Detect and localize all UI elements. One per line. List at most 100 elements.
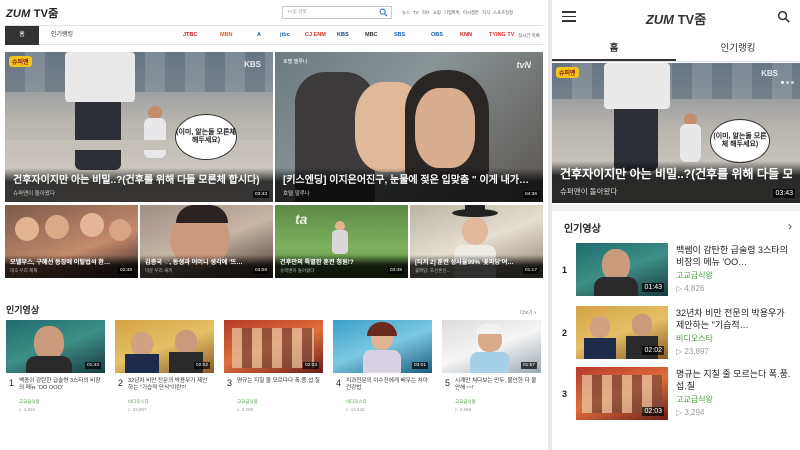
channel-name[interactable]: 비디오스타 [676, 333, 713, 344]
popular-card[interactable]: 01:57 5 시계만 쳐다보는 만두, 불안한 다 불안해~~! 고교급식왕 … [442, 320, 541, 412]
channel-logo[interactable]: jtbc [280, 32, 290, 38]
mobile-hero-video[interactable]: (이미, 알는둘 모른체 해두세요) KBS 슈퍼맨 건후자이지만 아는 비밀.… [552, 63, 800, 203]
video-title[interactable]: [티저 2] 훈련 성사율99% '꽃파당'여… [415, 257, 538, 266]
video-thumbnail[interactable]: 01:43 [6, 320, 105, 373]
video-title[interactable]: 건후자이지만 아는 비밀..?(건후를 위해 다들 모른체 합시다) [13, 171, 265, 186]
video-title[interactable]: 시계만 쳐다보는 만두, 불안한 다 불안해~~! [455, 378, 539, 392]
channel-logo[interactable]: KNN [460, 32, 472, 38]
chevron-right-icon[interactable]: › [788, 219, 792, 233]
video-source: 슈퍼맨이 돌아왔다 [13, 191, 56, 197]
popular-card[interactable]: 02:03 3 명규는 지칠 줄 모르다다 폭.풍.섭.칠 고교급식왕 ▷ 3,… [224, 320, 323, 412]
channel-logo[interactable]: A [257, 32, 261, 38]
video-title[interactable]: 32년차 비만 전문의 박용우가 제안하는 "기습적… [676, 307, 794, 331]
popular-list-item[interactable]: 3 02:03 명규는 지칠 줄 모르는다 폭.풍.섭.칠 고교급식왕 ▷ 3,… [552, 367, 800, 425]
util-link[interactable]: 기업톡톡 [444, 10, 460, 15]
rank-number: 5 [445, 378, 451, 388]
channel-name[interactable]: 비디오스타 [346, 399, 367, 405]
channel-logo[interactable]: MBN [220, 32, 233, 38]
rank-number: 2 [118, 378, 124, 388]
video-tile[interactable]: ta 건후만의 특별한 훈련 첨원!? 슈퍼맨이 돌아왔다 03:49 [275, 205, 408, 278]
video-title[interactable]: 백쌤이 감탄한 급술령 3스타의 비장의 메뉴 'OO… [676, 244, 794, 268]
carousel-dots[interactable] [779, 71, 794, 89]
channel-logo[interactable]: KBS [337, 32, 349, 38]
popular-card[interactable]: 02:02 2 32년차 비만 전문의 박용우가 제안하는 "기습적 단식"이란… [115, 320, 214, 412]
view-count: ▷ 23,897 [128, 407, 147, 412]
speech-bubble: (이미, 알는둘 모른체 해두세요) [175, 114, 237, 160]
util-links: 뉴스 TV 허브 쇼핑 기업톡톡 이시청한 지식 스포츠일정 [402, 10, 515, 16]
video-title[interactable]: 명규는 지칠 줄 모르다다 폭.풍.섭.칠 [237, 378, 321, 385]
video-title[interactable]: 건후자이지만 아는 비밀..?(건후를 위해 다들 모 [560, 165, 792, 182]
video-title[interactable]: [키스엔딩] 이지은어진구, 눈물에 젖은 입맞춤 " 이게 내가… [283, 171, 535, 186]
video-title[interactable]: 백종이 감탄한 급술령 3스타의 비장의 메뉴 'OO OOO' [19, 378, 103, 392]
video-thumbnail[interactable]: 03:01 [333, 320, 432, 373]
tab-ranking[interactable]: 인기랭킹 [676, 36, 800, 61]
video-tile[interactable]: 김종국 ♡, 동생과 어머니 생각에 '뜨… 미운 우리 새끼 03:08 [140, 205, 273, 278]
video-title[interactable]: 모델부스, 구혜선 등장에 이탈법석 환… [10, 257, 133, 266]
tab-home[interactable]: 홈 [552, 36, 676, 61]
util-link[interactable]: 지식 [482, 10, 490, 15]
view-count: ▷ 23,897 [676, 347, 709, 356]
video-source: 호텔 델루나 [283, 191, 310, 197]
popular-list-item[interactable]: 2 02:02 32년차 비만 전문의 박용우가 제안하는 "기습적… 비디오스… [552, 306, 800, 364]
duration-badge: 03:01 [411, 362, 428, 369]
channel-name[interactable]: 고교급식왕 [455, 399, 476, 405]
hero-caption: 건후자이지만 아는 비밀..?(건후를 위해 다들 모른체 합시다) 슈퍼맨이 … [5, 168, 273, 202]
search-input[interactable]: TV줌 검색 [282, 6, 392, 19]
video-title[interactable]: 치과전문의 이수진에게 배우는 치아 건강법 [346, 378, 430, 392]
channel-logo[interactable]: CJ ENM [305, 32, 326, 38]
channel-logo[interactable]: MBC [365, 32, 378, 38]
util-link[interactable]: 쇼핑 [433, 10, 441, 15]
duration-badge: 02:48 [117, 267, 134, 274]
channel-name[interactable]: 고교급식왕 [19, 399, 40, 405]
video-title[interactable]: 32년차 비만 전문의 박용우가 제안하는 "기습적 단식"이란?! [128, 378, 212, 392]
tab-home[interactable]: 홈 [5, 26, 39, 45]
search-icon[interactable] [777, 10, 790, 23]
video-title[interactable]: 건후만의 특별한 훈련 첨원!? [280, 257, 403, 266]
channel-logo[interactable]: SBS [394, 32, 405, 38]
search-icon[interactable] [379, 8, 388, 17]
video-title[interactable]: 명규는 지칠 줄 모르는다 폭.풍.섭.칠 [676, 368, 794, 392]
video-thumbnail[interactable]: 02:03 [224, 320, 323, 373]
video-tile[interactable]: [티저 2] 훈련 성사율99% '꽃파당'여… 꽃파당: 조선혼인… 01:1… [410, 205, 543, 278]
channels-more-link[interactable]: 실시간 목록 [518, 33, 540, 39]
util-link[interactable]: 스포츠일정 [493, 10, 513, 15]
logo[interactable]: ZUM TV줌 [6, 5, 58, 21]
logo-sub: TV줌 [677, 12, 707, 27]
duration-badge: 01:43 [642, 283, 664, 292]
hero-video-right[interactable]: tvN 호텔 델루나 [키스엔딩] 이지은어진구, 눈물에 젖은 입맞춤 " 이… [275, 52, 543, 202]
video-thumbnail[interactable]: 01:43 [576, 243, 668, 296]
speech-bubble: (이미, 알는둘 모른체 해두세요) [710, 119, 770, 163]
popular-card[interactable]: 03:01 4 치과전문의 이수진에게 배우는 치아 건강법 비디오스타 ▷ 1… [333, 320, 432, 412]
duration-badge: 02:02 [642, 346, 664, 355]
desktop-header: ZUM TV줌 TV줌 검색 뉴스 TV 허브 쇼핑 기업톡톡 이시청한 지식 … [0, 0, 548, 22]
video-thumbnail[interactable]: 02:02 [115, 320, 214, 373]
video-thumbnail[interactable]: 01:57 [442, 320, 541, 373]
rank-number: 1 [562, 265, 568, 275]
channel-logo[interactable]: OBS [431, 32, 443, 38]
video-title[interactable]: 김종국 ♡, 동생과 어머니 생각에 '뜨… [145, 257, 268, 266]
watermark: KBS [244, 60, 261, 69]
channel-name[interactable]: 고교급식왕 [237, 399, 258, 405]
video-thumbnail[interactable]: 02:03 [576, 367, 668, 420]
logo-main: ZUM [6, 8, 31, 20]
util-link[interactable]: 허브 [422, 10, 430, 15]
video-source: 꽃파당: 조선혼인… [415, 268, 451, 273]
popular-card[interactable]: 01:43 1 백종이 감탄한 급술령 3스타의 비장의 메뉴 'OO OOO'… [6, 320, 105, 412]
channel-name[interactable]: 고교급식왕 [676, 270, 713, 281]
popular-list-item[interactable]: 1 01:43 백쌤이 감탄한 급술령 3스타의 비장의 메뉴 'OO… 고교급… [552, 243, 800, 301]
duration-badge: 02:03 [642, 407, 664, 416]
util-link[interactable]: 이시청한 [463, 10, 479, 15]
channel-name[interactable]: 고교급식왕 [676, 394, 713, 405]
hero-video-left[interactable]: (이미, 알는둘 모른체 해두세요) KBS 슈퍼맨 건후자이지만 아는 비밀.… [5, 52, 273, 202]
util-link[interactable]: 뉴스 [402, 10, 410, 15]
video-tile[interactable]: 모델부스, 구혜선 등장에 이탈법석 환… 대호 우리 제제 02:48 [5, 205, 138, 278]
channel-logo[interactable]: TYING TV [489, 32, 514, 38]
util-link[interactable]: TV [413, 10, 419, 15]
channel-logo[interactable]: JTBC [183, 32, 197, 38]
more-link[interactable]: 더보기 > [520, 310, 536, 316]
channel-name[interactable]: 비디오스타 [128, 399, 149, 405]
tab-ranking[interactable]: 인기랭킹 [51, 26, 73, 45]
logo[interactable]: ZUM TV줌 [552, 9, 800, 28]
video-thumbnail[interactable]: 02:02 [576, 306, 668, 359]
video-source: 슈퍼맨이 돌아왔다 [280, 268, 315, 273]
